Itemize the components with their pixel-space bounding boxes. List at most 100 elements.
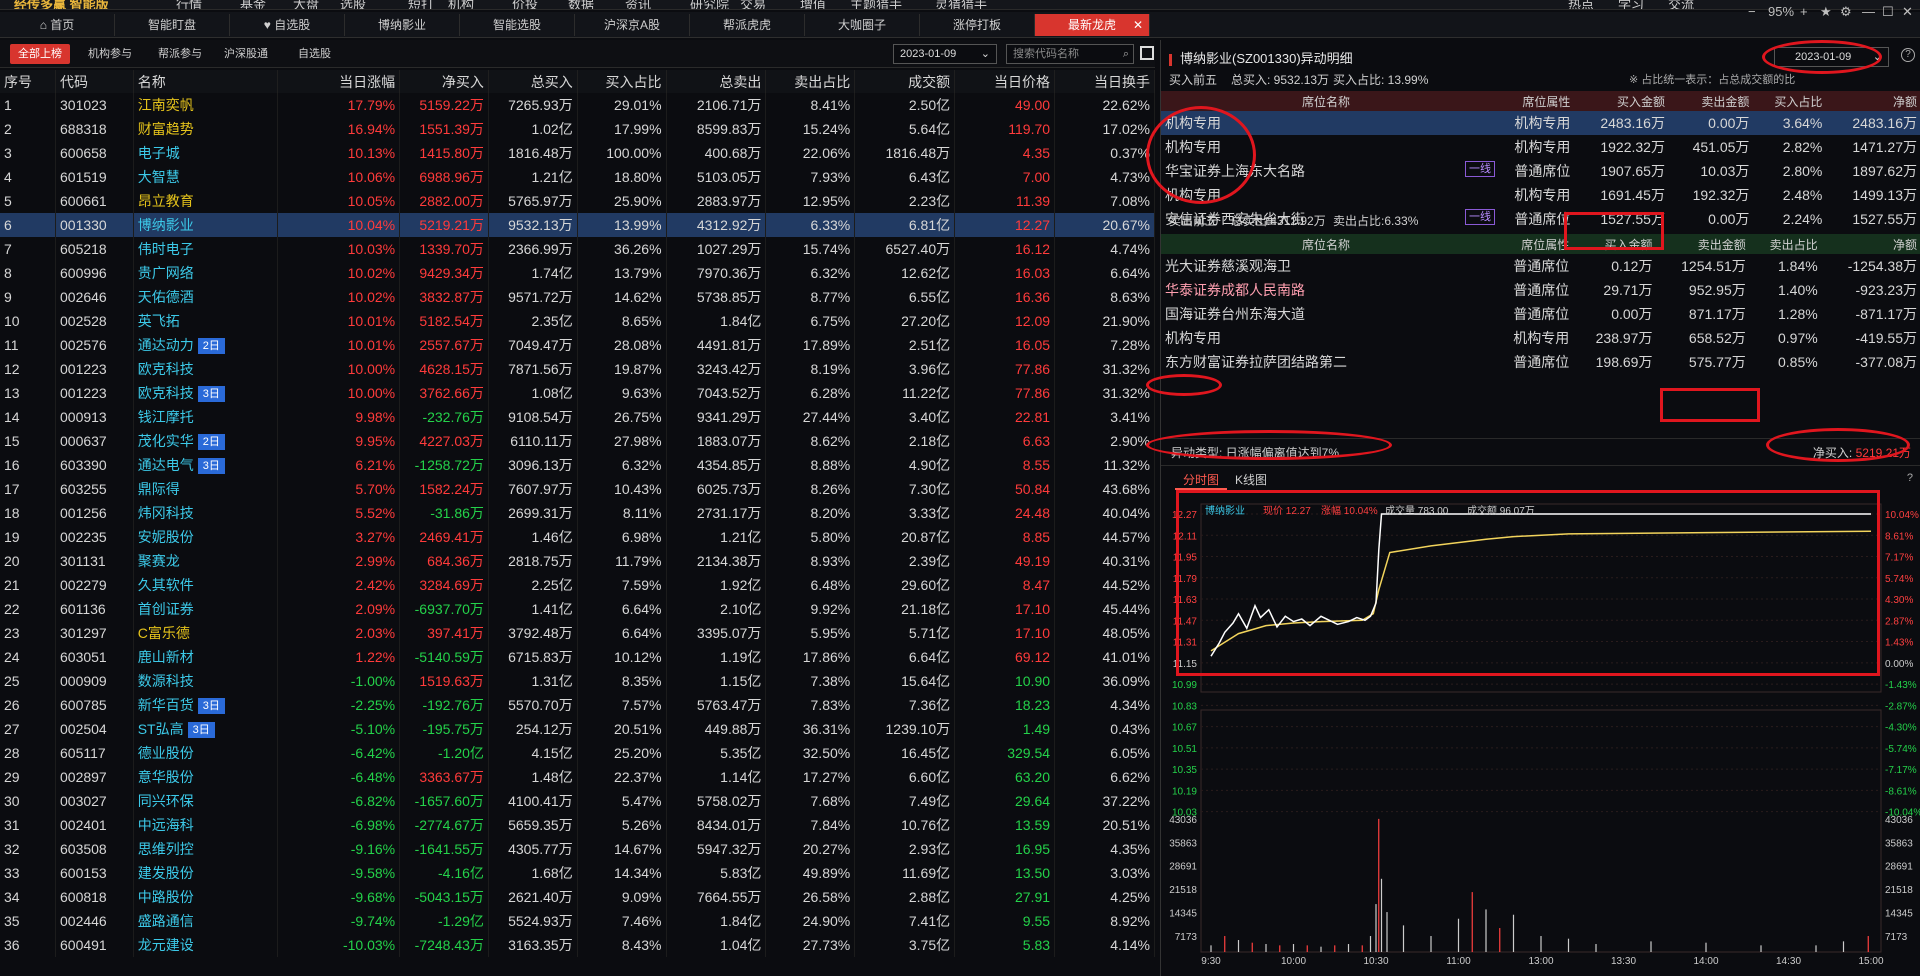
menu-item[interactable]: 行情 (176, 0, 202, 9)
table-row[interactable]: 27 002504 ST弘高 3日 -5.10% -195.75万 254.12万 20.51… (0, 717, 1155, 741)
table-row[interactable]: 25 000909 数源科技 -1.00% 1519.63万 1.31亿 8.35% 1.15… (0, 669, 1155, 693)
tab-9[interactable]: 最新龙虎 ✕ (1035, 14, 1150, 36)
stock-name[interactable]: 中远海科 (138, 817, 194, 833)
table-row[interactable]: 34 600818 中路股份 -9.68% -5043.15万 2621.40万 9.09%… (0, 885, 1155, 909)
table-row[interactable]: 15 000637 茂化实华 2日 9.95% 4227.03万 6110.11万 27.98… (0, 429, 1155, 453)
stock-name[interactable]: 聚赛龙 (138, 553, 180, 569)
seat-name[interactable]: 机构专用 (1165, 330, 1221, 346)
stock-name[interactable]: C富乐德 (138, 625, 190, 641)
stock-name[interactable]: 电子城 (138, 145, 180, 161)
stock-name[interactable]: 英飞拓 (138, 313, 180, 329)
table-row[interactable]: 14 000913 钱江摩托 9.98% -232.76万 9108.54万 26.75% 9… (0, 405, 1155, 429)
stock-name[interactable]: 安妮股份 (138, 529, 194, 545)
col-header[interactable]: 当日涨幅 (277, 70, 401, 93)
stock-name[interactable]: 通达电气 (138, 457, 194, 473)
stock-name[interactable]: 同兴环保 (138, 793, 194, 809)
table-row[interactable]: 28 605117 德业股份 -6.42% -1.20亿 4.15亿 25.20% 5.35亿… (0, 741, 1155, 765)
stock-name[interactable]: 德业股份 (138, 745, 194, 761)
menu-item[interactable]: 短打 (408, 0, 434, 9)
stock-name[interactable]: 鼎际得 (138, 481, 180, 497)
stock-name[interactable]: 贵广网络 (138, 265, 194, 281)
table-row[interactable]: 23 301297 C富乐德 2.03% 397.41万 3792.48万 6.64% 339… (0, 621, 1155, 645)
table-row[interactable]: 6 001330 博纳影业 10.04% 5219.21万 9532.13万 13.99% 4… (0, 213, 1155, 237)
menu-item[interactable]: 数据 (568, 0, 594, 9)
sell-seat-row[interactable]: 国海证券台州东海大道 普通席位 0.00万 871.17万 1.28% -871.17万 (1161, 302, 1920, 326)
settings-icon[interactable]: ⚙ (1840, 4, 1852, 20)
tab-0[interactable]: ⌂ 首页 (0, 14, 115, 36)
stock-name[interactable]: 意华股份 (138, 769, 194, 785)
menu-item[interactable]: 资讯 (625, 0, 651, 9)
menu-item[interactable]: 灵猜猎手 (935, 0, 987, 9)
stock-name[interactable]: 盛路通信 (138, 913, 194, 929)
stock-name[interactable]: 伟时电子 (138, 241, 194, 257)
col-header[interactable]: 总买入 (488, 70, 578, 93)
minimize-icon[interactable]: — (1862, 4, 1875, 19)
stock-name[interactable]: 钱江摩托 (138, 409, 194, 425)
stock-name[interactable]: 鹿山新材 (138, 649, 194, 665)
table-row[interactable]: 31 002401 中远海科 -6.98% -2774.67万 5659.35万 5.26%… (0, 813, 1155, 837)
col-header[interactable]: 总卖出 (666, 70, 767, 93)
table-row[interactable]: 4 601519 大智慧 10.06% 6988.96万 1.21亿 18.80% 5103.… (0, 165, 1155, 189)
tab-1[interactable]: 智能盯盘 (115, 14, 230, 36)
tab-6[interactable]: 帮派虎虎 (690, 14, 805, 36)
sell-seat-row[interactable]: 光大证券慈溪观海卫 普通席位 0.12万 1254.51万 1.84% -1254.38万 (1161, 254, 1920, 278)
table-row[interactable]: 2 688318 财富趋势 16.94% 1551.39万 1.02亿 17.99% 8599… (0, 117, 1155, 141)
buy-seat-row[interactable]: 机构专用 机构专用 1922.32万 451.05万 2.82% 1471.27万 (1161, 135, 1920, 159)
menu-item[interactable]: 机构 (448, 0, 474, 9)
plus-icon[interactable]: + (1800, 4, 1808, 19)
table-row[interactable]: 29 002897 意华股份 -6.48% 3363.67万 1.48亿 22.37% 1.1… (0, 765, 1155, 789)
maximize-icon[interactable]: ☐ (1882, 4, 1894, 20)
list-date-picker[interactable]: 2023-01-09 ⌄ (893, 44, 997, 64)
sell-seat-row[interactable]: 机构专用 机构专用 238.97万 658.52万 0.97% -419.55万 (1161, 326, 1920, 350)
tab-7[interactable]: 大咖圈子 (805, 14, 920, 36)
help-icon[interactable]: ? (1901, 48, 1915, 62)
col-header[interactable]: 净买入 (399, 70, 489, 93)
close-icon[interactable]: ✕ (1902, 4, 1913, 20)
table-row[interactable]: 11 002576 通达动力 2日 10.01% 2557.67万 7049.47万 28.0… (0, 333, 1155, 357)
tab-2[interactable]: ♥ 自选股 (230, 14, 345, 36)
table-row[interactable]: 21 002279 久其软件 2.42% 3284.69万 2.25亿 7.59% 1.92亿… (0, 573, 1155, 597)
col-header[interactable]: 成交额 (854, 70, 956, 93)
table-row[interactable]: 24 603051 鹿山新材 1.22% -5140.59万 6715.83万 10.12%… (0, 645, 1155, 669)
tab-timeshare[interactable]: 分时图 (1175, 470, 1228, 490)
stock-name[interactable]: ST弘高 (138, 721, 184, 737)
table-row[interactable]: 7 605218 伟时电子 10.03% 1339.70万 2366.99万 36.26% 1… (0, 237, 1155, 261)
stock-name[interactable]: 炜冈科技 (138, 505, 194, 521)
filter-tab[interactable]: 全部上榜 (10, 44, 70, 64)
filter-tab[interactable]: 沪深股通 (216, 44, 276, 64)
table-row[interactable]: 5 600661 昂立教育 10.05% 2882.00万 5765.97万 25.90% 2… (0, 189, 1155, 213)
buy-seat-row[interactable]: 机构专用 机构专用 1691.45万 192.32万 2.48% 1499.13万 (1161, 183, 1920, 207)
menu-item[interactable]: 交流 (1668, 0, 1694, 9)
stock-name[interactable]: 财富趋势 (138, 121, 194, 137)
menu-item[interactable]: 学习 (1618, 0, 1644, 9)
filter-tab[interactable]: 自选股 (290, 44, 339, 64)
stock-name[interactable]: 大智慧 (138, 169, 180, 185)
menu-item[interactable]: 基金 (240, 0, 266, 9)
filter-tab[interactable]: 机构参与 (80, 44, 140, 64)
seat-name[interactable]: 东方财富证券拉萨团结路第二 (1165, 354, 1347, 370)
menu-item[interactable]: 增值 (800, 0, 826, 9)
help-icon[interactable]: ? (1907, 472, 1913, 484)
stock-name[interactable]: 建发股份 (138, 865, 194, 881)
table-row[interactable]: 18 001256 炜冈科技 5.52% -31.86万 2699.31万 8.11% 273… (0, 501, 1155, 525)
close-tab-icon[interactable]: ✕ (1133, 14, 1143, 36)
table-row[interactable]: 26 600785 新华百货 3日 -2.25% -192.76万 5570.70万 7.57… (0, 693, 1155, 717)
table-row[interactable]: 36 600491 龙元建设 -10.03% -7248.43万 3163.35万 8.43… (0, 933, 1155, 957)
table-row[interactable]: 35 002446 盛路通信 -9.74% -1.29亿 5524.93万 7.46% 1.8… (0, 909, 1155, 933)
menu-item[interactable]: 热点 (1568, 0, 1594, 9)
menu-item[interactable]: 选股 (340, 0, 366, 9)
stock-name[interactable]: 欧克科技 (138, 385, 194, 401)
zoom-level[interactable]: 95% (1768, 4, 1794, 19)
tab-3[interactable]: 博纳影业 (345, 14, 460, 36)
table-row[interactable]: 1 301023 江南奕帆 17.79% 5159.22万 7265.93万 29.01% 2… (0, 93, 1155, 117)
filter-tab[interactable]: 帮派参与 (150, 44, 210, 64)
search-input[interactable]: 搜索代码名称 ⌕ (1006, 44, 1134, 64)
seat-name[interactable]: 光大证券慈溪观海卫 (1165, 258, 1291, 274)
stock-name[interactable]: 龙元建设 (138, 937, 194, 953)
buy-seat-row[interactable]: 机构专用 机构专用 2483.16万 0.00万 3.64% 2483.16万 (1161, 111, 1920, 135)
table-row[interactable]: 8 600996 贵广网络 10.02% 9429.34万 1.74亿 13.79% 7970… (0, 261, 1155, 285)
seat-name[interactable]: 华泰证券成都人民南路 (1165, 282, 1305, 298)
col-header[interactable]: 当日价格 (954, 70, 1056, 93)
stock-name[interactable]: 江南奕帆 (138, 97, 194, 113)
col-header[interactable]: 买入占比 (577, 70, 667, 93)
